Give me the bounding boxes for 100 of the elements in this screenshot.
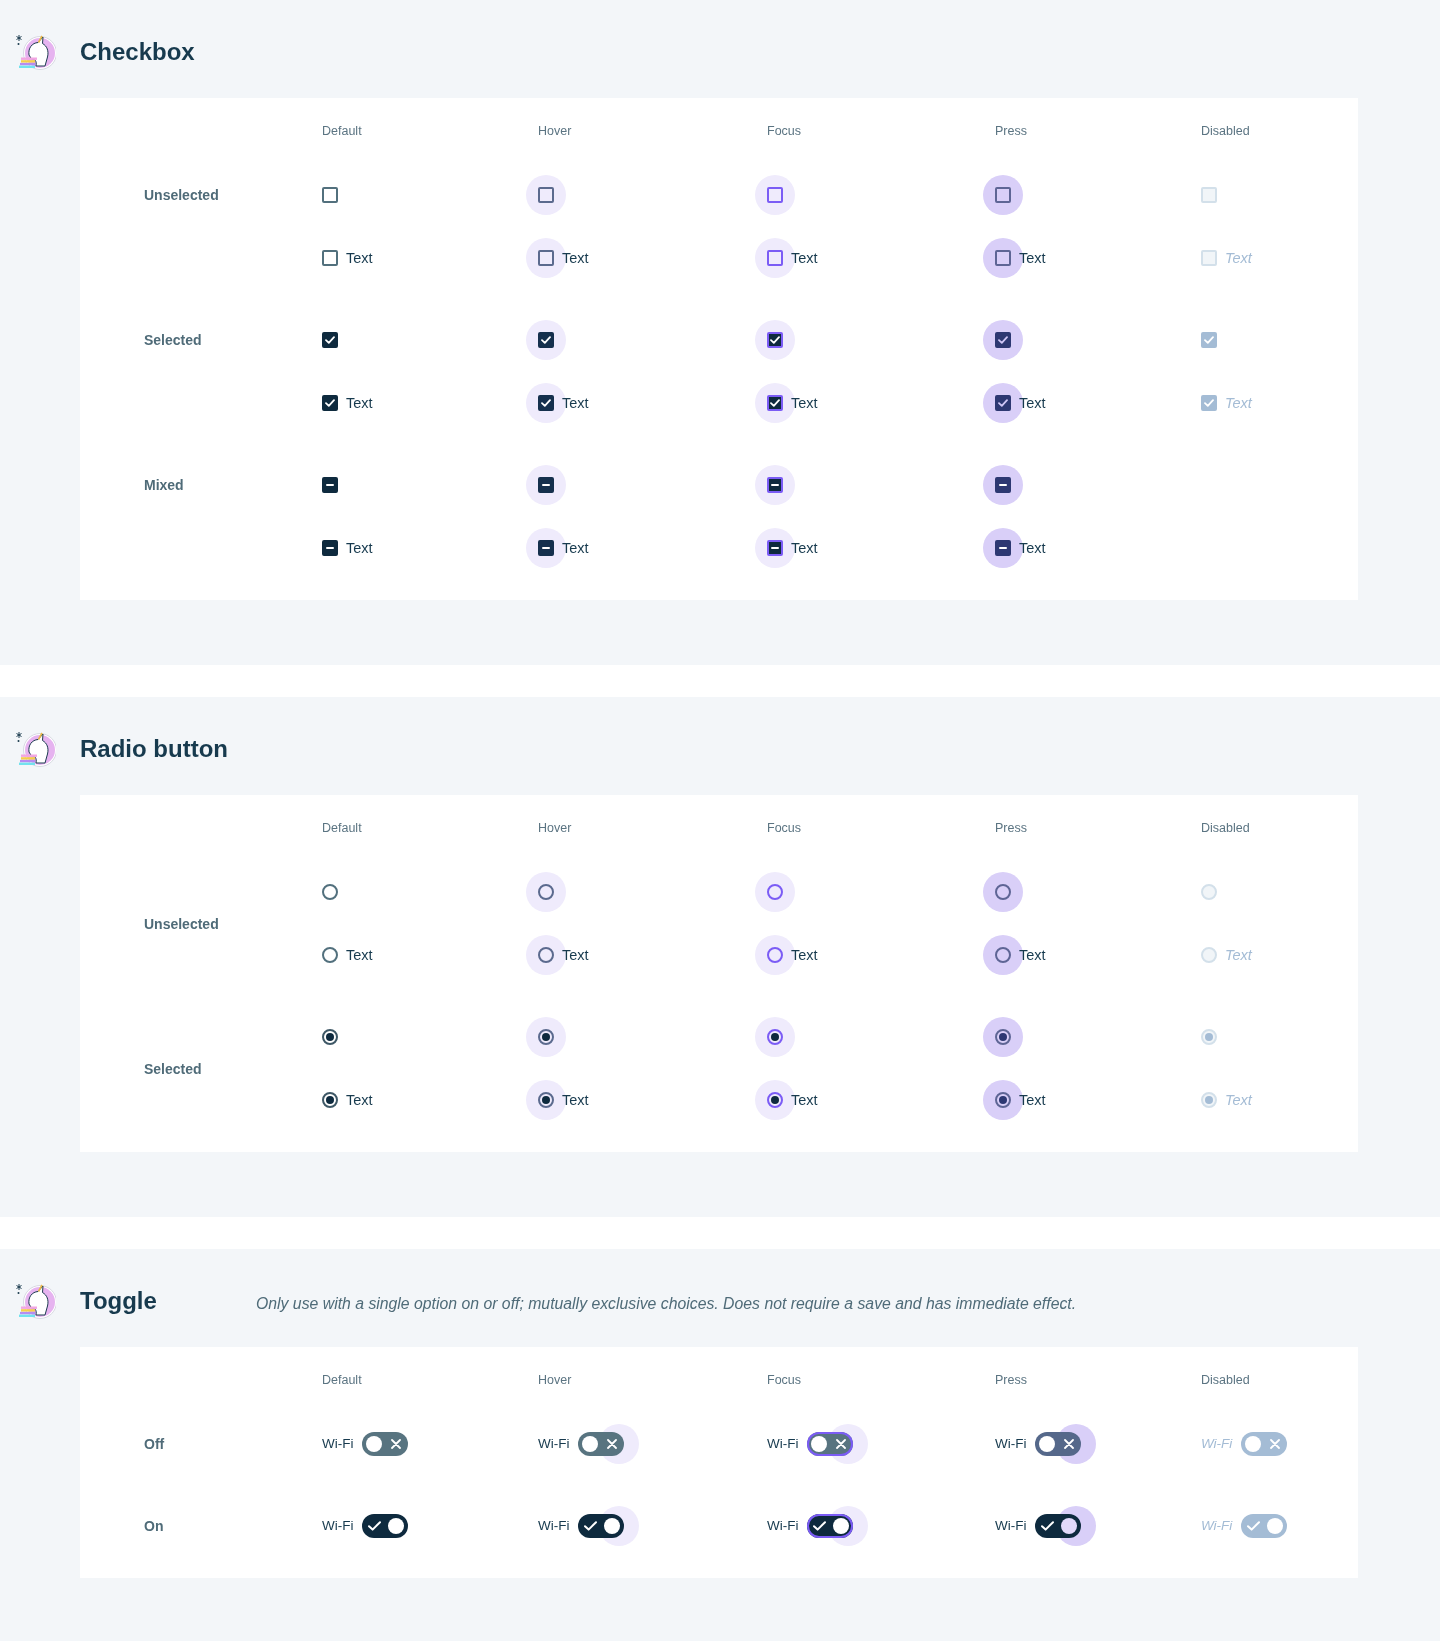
radio-dot-icon — [542, 1033, 550, 1041]
radio-button[interactable] — [755, 1017, 795, 1057]
row-label: Unselected — [144, 915, 219, 932]
checkbox[interactable] — [755, 465, 795, 505]
checkbox[interactable] — [322, 395, 338, 411]
toggle-label: Wi-Fi — [767, 1517, 799, 1535]
radio-button[interactable] — [983, 872, 1023, 912]
checkbox-label: Text — [791, 539, 818, 558]
x-icon — [1064, 1439, 1075, 1449]
checkbox-label: Text — [791, 249, 818, 268]
column-header: Press — [995, 123, 1027, 139]
radio-button[interactable] — [322, 1092, 338, 1108]
column-header: Hover — [538, 1372, 572, 1388]
check-icon — [541, 336, 551, 344]
checkbox[interactable] — [983, 320, 1023, 360]
minus-icon — [999, 547, 1007, 549]
toggle-label: Wi-Fi — [767, 1435, 799, 1453]
radio-dot-icon — [1205, 1033, 1213, 1041]
row-label: Unselected — [144, 187, 219, 203]
toggle-label: Wi-Fi — [1201, 1517, 1233, 1535]
minus-icon — [999, 484, 1007, 486]
radio-button[interactable] — [755, 872, 795, 912]
toggle-label: Wi-Fi — [995, 1517, 1027, 1535]
checkbox[interactable] — [322, 250, 338, 266]
toggle-switch[interactable] — [362, 1432, 409, 1456]
toggle-switch[interactable] — [807, 1506, 869, 1546]
column-header: Disabled — [1201, 123, 1250, 139]
section-description: Only use with a single option on or off; mutually exclusive choices. Does not require a save and has immediate effect. — [256, 1294, 1077, 1314]
unicorn-icon — [16, 730, 56, 768]
checkbox[interactable] — [755, 175, 795, 215]
radio-button[interactable] — [322, 1029, 338, 1045]
toggle-label: Wi-Fi — [1201, 1435, 1233, 1453]
checkbox-label: Text — [562, 249, 589, 268]
checkbox[interactable] — [755, 320, 795, 360]
row-label: Selected — [144, 1060, 202, 1077]
checkbox-label: Text — [346, 539, 373, 558]
checkbox[interactable] — [983, 175, 1023, 215]
section-title: Checkbox — [80, 37, 195, 67]
radio-label: Text — [562, 946, 589, 965]
radio-label: Text — [791, 946, 818, 965]
minus-icon — [326, 484, 334, 486]
check-icon — [770, 399, 780, 407]
checkbox-label: Text — [791, 394, 818, 413]
radio-label: Text — [1019, 946, 1046, 965]
column-header: Default — [322, 820, 362, 836]
radio-dot-icon — [542, 1096, 550, 1104]
column-header: Disabled — [1201, 820, 1250, 836]
column-header: Press — [995, 820, 1027, 836]
checkbox[interactable] — [322, 332, 338, 348]
column-header: Hover — [538, 820, 572, 836]
radio-label: Text — [346, 1091, 373, 1110]
checkbox[interactable] — [526, 320, 566, 360]
check-icon — [1204, 399, 1214, 407]
checkbox[interactable] — [983, 465, 1023, 505]
toggle-switch[interactable] — [1035, 1506, 1097, 1546]
column-header: Default — [322, 1372, 362, 1388]
x-icon — [836, 1439, 847, 1449]
section-title: Toggle — [80, 1286, 157, 1316]
toggle-switch[interactable] — [578, 1424, 640, 1464]
toggle-switch[interactable] — [1035, 1424, 1097, 1464]
radio-label: Text — [562, 1091, 589, 1110]
checkbox-label: Text — [1225, 394, 1252, 413]
radio-dot-icon — [326, 1033, 334, 1041]
radio-button[interactable] — [322, 947, 338, 963]
radio-dot-icon — [1205, 1096, 1213, 1104]
checkbox[interactable] — [322, 540, 338, 556]
toggle-label: Wi-Fi — [995, 1435, 1027, 1453]
checkbox-label: Text — [1019, 249, 1046, 268]
radio-button[interactable] — [526, 872, 566, 912]
section-title: Radio button — [80, 734, 228, 764]
row-label: Selected — [144, 332, 202, 348]
unicorn-icon — [16, 33, 56, 71]
check-icon — [1041, 1521, 1055, 1531]
toggle-label: Wi-Fi — [322, 1435, 354, 1453]
x-icon — [1270, 1439, 1281, 1449]
checkbox[interactable] — [322, 187, 338, 203]
toggle-label: Wi-Fi — [538, 1435, 570, 1453]
radio-dot-icon — [326, 1096, 334, 1104]
radio-button[interactable] — [322, 884, 338, 900]
radio-button[interactable] — [526, 1017, 566, 1057]
toggle-label: Wi-Fi — [322, 1517, 354, 1535]
radio-label: Text — [1225, 946, 1252, 965]
check-icon — [1204, 336, 1214, 344]
checkbox[interactable] — [322, 477, 338, 493]
row-label: Off — [144, 1436, 165, 1452]
column-header: Disabled — [1201, 1372, 1250, 1388]
checkbox[interactable] — [526, 175, 566, 215]
check-icon — [998, 399, 1008, 407]
toggle-switch[interactable] — [362, 1514, 409, 1538]
check-icon — [998, 336, 1008, 344]
column-header: Focus — [767, 123, 802, 139]
check-icon — [770, 336, 780, 344]
checkbox[interactable] — [526, 465, 566, 505]
toggle-switch[interactable] — [807, 1424, 869, 1464]
toggle-switch[interactable] — [578, 1506, 640, 1546]
check-icon — [325, 399, 335, 407]
checkbox-label: Text — [562, 394, 589, 413]
radio-dot-icon — [771, 1096, 779, 1104]
row-label: On — [144, 1518, 164, 1534]
radio-button[interactable] — [983, 1017, 1023, 1057]
